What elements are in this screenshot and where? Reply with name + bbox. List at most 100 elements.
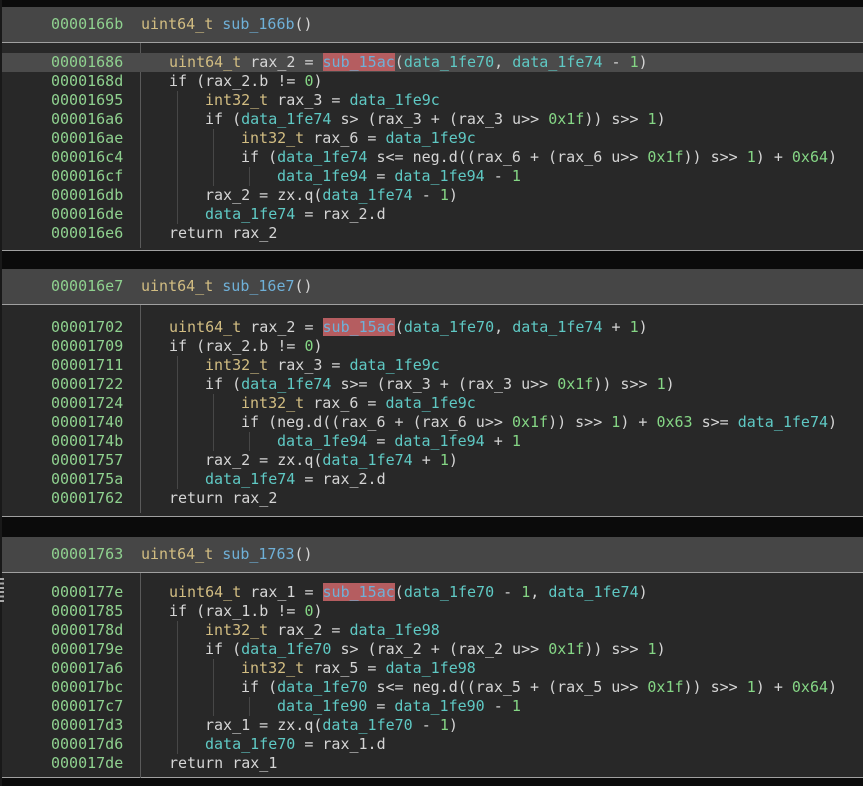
line-address[interactable]: 00001702 xyxy=(51,318,123,337)
token-data-ref[interactable]: data_1fe9c xyxy=(386,394,476,412)
token-data-ref[interactable]: data_1fe74 xyxy=(205,205,295,223)
code-line[interactable]: 000017d3rax_1 = zx.q(data_1fe70 - 1) xyxy=(0,716,863,735)
token-data-ref[interactable]: data_1fe98 xyxy=(350,621,440,639)
token-data-ref[interactable]: data_1fe74 xyxy=(512,53,602,71)
line-address[interactable]: 000016cf xyxy=(51,167,123,186)
line-address[interactable]: 00001695 xyxy=(51,91,123,110)
token-data-ref[interactable]: data_1fe74 xyxy=(738,413,828,431)
line-address[interactable]: 000017de xyxy=(51,754,123,773)
line-address[interactable]: 00001722 xyxy=(51,375,123,394)
line-address[interactable]: 00001686 xyxy=(51,53,123,72)
token-data-ref[interactable]: data_1fe74 xyxy=(241,110,331,128)
token-data-ref[interactable]: data_1fe90 xyxy=(394,697,484,715)
function-header-sub_16e7[interactable]: 000016e7uint64_t sub_16e7() xyxy=(0,269,863,305)
token-data-ref[interactable]: data_1fe74 xyxy=(322,451,412,469)
token-function-ref[interactable]: sub_166b xyxy=(222,15,294,33)
token-data-ref[interactable]: data_1fe74 xyxy=(277,148,367,166)
code-line[interactable]: 000016cfdata_1fe94 = data_1fe94 - 1 xyxy=(0,167,863,186)
line-address[interactable]: 000017d3 xyxy=(51,716,123,735)
token-data-ref[interactable]: data_1fe74 xyxy=(548,583,638,601)
function-address[interactable]: 00001763 xyxy=(51,537,123,572)
code-line[interactable]: 00001757rax_2 = zx.q(data_1fe74 + 1) xyxy=(0,451,863,470)
code-line[interactable]: 0000175adata_1fe74 = rax_2.d xyxy=(0,470,863,489)
token-data-ref[interactable]: data_1fe94 xyxy=(277,167,367,185)
line-address[interactable]: 0000179e xyxy=(51,640,123,659)
token-highlighted-function-ref[interactable]: sub_15ac xyxy=(323,318,395,336)
code-line[interactable]: 000017bcif (data_1fe70 s<= neg.d((rax_5 … xyxy=(0,678,863,697)
code-line[interactable]: 000017c7data_1fe90 = data_1fe90 - 1 xyxy=(0,697,863,716)
code-line[interactable]: 000016c4if (data_1fe74 s<= neg.d((rax_6 … xyxy=(0,148,863,167)
token-data-ref[interactable]: data_1fe90 xyxy=(277,697,367,715)
function-header-sub_1763[interactable]: 00001763uint64_t sub_1763() xyxy=(0,537,863,573)
code-line[interactable]: 000016a6if (data_1fe74 s> (rax_3 + (rax_… xyxy=(0,110,863,129)
line-address[interactable]: 00001762 xyxy=(51,489,123,508)
token-data-ref[interactable]: data_1fe70 xyxy=(404,53,494,71)
code-line[interactable]: 00001695int32_t rax_3 = data_1fe9c xyxy=(0,91,863,110)
function-address[interactable]: 0000166b xyxy=(51,7,123,42)
token-data-ref[interactable]: data_1fe74 xyxy=(322,186,412,204)
code-line[interactable]: 00001762return rax_2 xyxy=(0,489,863,508)
scroll-position-marker[interactable] xyxy=(0,578,4,604)
token-data-ref[interactable]: data_1fe70 xyxy=(404,583,494,601)
code-line[interactable]: 0000178dint32_t rax_2 = data_1fe98 xyxy=(0,621,863,640)
code-line[interactable]: 000016e6return rax_2 xyxy=(0,224,863,243)
function-address[interactable]: 000016e7 xyxy=(51,269,123,304)
code-line[interactable]: 00001785if (rax_1.b != 0) xyxy=(0,602,863,621)
line-address[interactable]: 000016e6 xyxy=(51,224,123,243)
line-address[interactable]: 000016de xyxy=(51,205,123,224)
token-data-ref[interactable]: data_1fe9c xyxy=(350,91,440,109)
line-address[interactable]: 00001711 xyxy=(51,356,123,375)
token-data-ref[interactable]: data_1fe94 xyxy=(394,167,484,185)
line-address[interactable]: 00001709 xyxy=(51,337,123,356)
line-address[interactable]: 000016ae xyxy=(51,129,123,148)
code-line[interactable]: 00001702uint64_t rax_2 = sub_15ac(data_1… xyxy=(0,318,863,337)
line-address[interactable]: 00001724 xyxy=(51,394,123,413)
code-line[interactable]: 0000177euint64_t rax_1 = sub_15ac(data_1… xyxy=(0,583,863,602)
token-highlighted-function-ref[interactable]: sub_15ac xyxy=(323,583,395,601)
token-data-ref[interactable]: data_1fe98 xyxy=(386,659,476,677)
token-data-ref[interactable]: data_1fe74 xyxy=(205,470,295,488)
line-address[interactable]: 000017c7 xyxy=(51,697,123,716)
line-address[interactable]: 000017a6 xyxy=(51,659,123,678)
token-data-ref[interactable]: data_1fe74 xyxy=(512,318,602,336)
code-line[interactable]: 00001740if (neg.d((rax_6 + (rax_6 u>> 0x… xyxy=(0,413,863,432)
line-address[interactable]: 0000168d xyxy=(51,72,123,91)
line-address[interactable]: 000017d6 xyxy=(51,735,123,754)
line-address[interactable]: 000016c4 xyxy=(51,148,123,167)
code-line[interactable]: 000016aeint32_t rax_6 = data_1fe9c xyxy=(0,129,863,148)
token-data-ref[interactable]: data_1fe70 xyxy=(241,640,331,658)
token-data-ref[interactable]: data_1fe70 xyxy=(205,735,295,753)
token-highlighted-function-ref[interactable]: sub_15ac xyxy=(323,53,395,71)
code-line[interactable]: 000017d6data_1fe70 = rax_1.d xyxy=(0,735,863,754)
code-line[interactable]: 0000179eif (data_1fe70 s> (rax_2 + (rax_… xyxy=(0,640,863,659)
code-line[interactable]: 00001722if (data_1fe74 s>= (rax_3 + (rax… xyxy=(0,375,863,394)
token-data-ref[interactable]: data_1fe9c xyxy=(386,129,476,147)
line-address[interactable]: 000016a6 xyxy=(51,110,123,129)
code-line[interactable]: 000017a6int32_t rax_5 = data_1fe98 xyxy=(0,659,863,678)
token-data-ref[interactable]: data_1fe70 xyxy=(404,318,494,336)
token-function-ref[interactable]: sub_16e7 xyxy=(222,277,294,295)
code-line[interactable]: 0000174bdata_1fe94 = data_1fe94 + 1 xyxy=(0,432,863,451)
line-address[interactable]: 000017bc xyxy=(51,678,123,697)
token-function-ref[interactable]: sub_1763 xyxy=(222,545,294,563)
code-line[interactable]: 000016dedata_1fe74 = rax_2.d xyxy=(0,205,863,224)
code-line[interactable]: 00001709if (rax_2.b != 0) xyxy=(0,337,863,356)
line-address[interactable]: 0000177e xyxy=(51,583,123,602)
code-line[interactable]: 000016dbrax_2 = zx.q(data_1fe74 - 1) xyxy=(0,186,863,205)
line-address[interactable]: 0000174b xyxy=(51,432,123,451)
token-data-ref[interactable]: data_1fe94 xyxy=(277,432,367,450)
token-data-ref[interactable]: data_1fe94 xyxy=(394,432,484,450)
function-header-sub_166b[interactable]: 0000166buint64_t sub_166b() xyxy=(0,7,863,43)
token-data-ref[interactable]: data_1fe9c xyxy=(350,356,440,374)
line-address[interactable]: 0000175a xyxy=(51,470,123,489)
code-line[interactable]: 000017dereturn rax_1 xyxy=(0,754,863,773)
code-line[interactable]: 00001711int32_t rax_3 = data_1fe9c xyxy=(0,356,863,375)
line-address[interactable]: 000016db xyxy=(51,186,123,205)
line-address[interactable]: 00001740 xyxy=(51,413,123,432)
line-address[interactable]: 0000178d xyxy=(51,621,123,640)
token-data-ref[interactable]: data_1fe70 xyxy=(322,716,412,734)
token-data-ref[interactable]: data_1fe74 xyxy=(241,375,331,393)
line-address[interactable]: 00001757 xyxy=(51,451,123,470)
code-line[interactable]: 00001724int32_t rax_6 = data_1fe9c xyxy=(0,394,863,413)
code-line[interactable]: 0000168dif (rax_2.b != 0) xyxy=(0,72,863,91)
